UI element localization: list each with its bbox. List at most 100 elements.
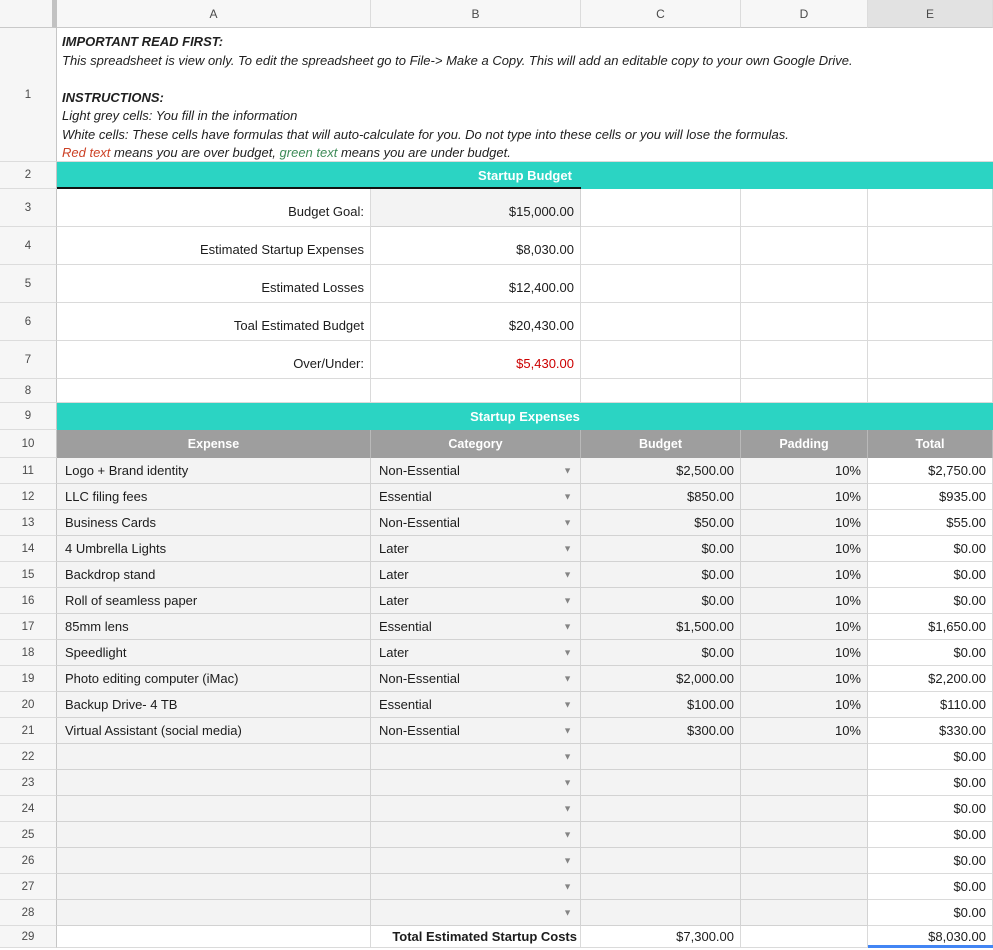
dropdown-arrow-icon[interactable]: ▼: [563, 544, 572, 553]
cell-category[interactable]: ▼: [371, 796, 581, 822]
row-header-22[interactable]: 22: [0, 744, 57, 770]
row-header-11[interactable]: 11: [0, 458, 57, 484]
cell[interactable]: [581, 341, 741, 379]
row-header-13[interactable]: 13: [0, 510, 57, 536]
cell[interactable]: [581, 189, 741, 227]
total-budget-value-cell[interactable]: $7,300.00: [581, 926, 741, 948]
cell-total[interactable]: $0.00: [868, 562, 993, 588]
cell[interactable]: [741, 189, 868, 227]
cell-padding[interactable]: 10%: [741, 536, 868, 562]
cell[interactable]: [868, 303, 993, 341]
cell-expense[interactable]: Backup Drive- 4 TB: [57, 692, 371, 718]
dropdown-arrow-icon[interactable]: ▼: [563, 882, 572, 891]
dropdown-arrow-icon[interactable]: ▼: [563, 492, 572, 501]
dropdown-arrow-icon[interactable]: ▼: [563, 830, 572, 839]
cell-budget[interactable]: $0.00: [581, 588, 741, 614]
cell-budget[interactable]: [581, 744, 741, 770]
cell[interactable]: [581, 227, 741, 265]
cell-padding[interactable]: [741, 744, 868, 770]
cell-expense[interactable]: [57, 770, 371, 796]
cell-budget[interactable]: [581, 822, 741, 848]
cell[interactable]: [868, 227, 993, 265]
table-header-total[interactable]: Total: [868, 430, 993, 458]
cell-budget[interactable]: [581, 874, 741, 900]
row-header-16[interactable]: 16: [0, 588, 57, 614]
cell-budget[interactable]: $850.00: [581, 484, 741, 510]
cell-category[interactable]: ▼: [371, 900, 581, 926]
table-header-expense[interactable]: Expense: [57, 430, 371, 458]
dropdown-arrow-icon[interactable]: ▼: [563, 804, 572, 813]
cell-category[interactable]: ▼: [371, 874, 581, 900]
cell[interactable]: [741, 303, 868, 341]
cell-category[interactable]: ▼: [371, 744, 581, 770]
column-header-c[interactable]: C: [581, 0, 741, 28]
row-header-21[interactable]: 21: [0, 718, 57, 744]
row-header-4[interactable]: 4: [0, 227, 57, 265]
cell-expense[interactable]: 85mm lens: [57, 614, 371, 640]
cell-padding[interactable]: 10%: [741, 562, 868, 588]
cell-total[interactable]: $935.00: [868, 484, 993, 510]
cell-padding[interactable]: 10%: [741, 458, 868, 484]
cell-expense[interactable]: 4 Umbrella Lights: [57, 536, 371, 562]
cell-total[interactable]: $0.00: [868, 588, 993, 614]
row-header-23[interactable]: 23: [0, 770, 57, 796]
cell-total[interactable]: $0.00: [868, 874, 993, 900]
row-header-14[interactable]: 14: [0, 536, 57, 562]
cell-total[interactable]: $0.00: [868, 744, 993, 770]
cell[interactable]: [868, 265, 993, 303]
cell[interactable]: [868, 341, 993, 379]
cell-budget[interactable]: $100.00: [581, 692, 741, 718]
cell-expense[interactable]: Backdrop stand: [57, 562, 371, 588]
cell-padding[interactable]: 10%: [741, 718, 868, 744]
budget-value-cell[interactable]: $20,430.00: [371, 303, 581, 341]
cell[interactable]: [741, 265, 868, 303]
cell-expense[interactable]: [57, 796, 371, 822]
column-header-e[interactable]: E: [868, 0, 993, 28]
cell-category[interactable]: Essential▼: [371, 692, 581, 718]
row-header-8[interactable]: 8: [0, 379, 57, 403]
dropdown-arrow-icon[interactable]: ▼: [563, 570, 572, 579]
row-header-3[interactable]: 3: [0, 189, 57, 227]
cell-padding[interactable]: 10%: [741, 614, 868, 640]
cell[interactable]: [741, 379, 868, 403]
cell-expense[interactable]: [57, 874, 371, 900]
cell-padding[interactable]: 10%: [741, 640, 868, 666]
cell-expense[interactable]: [57, 744, 371, 770]
cell-expense[interactable]: LLC filing fees: [57, 484, 371, 510]
cell-category[interactable]: Non-Essential▼: [371, 458, 581, 484]
cell-total[interactable]: $110.00: [868, 692, 993, 718]
cell-budget[interactable]: [581, 770, 741, 796]
cell-padding[interactable]: 10%: [741, 692, 868, 718]
cell-padding[interactable]: [741, 770, 868, 796]
cell-total[interactable]: $0.00: [868, 796, 993, 822]
dropdown-arrow-icon[interactable]: ▼: [563, 648, 572, 657]
table-header-budget[interactable]: Budget: [581, 430, 741, 458]
row-header-28[interactable]: 28: [0, 900, 57, 926]
cell-budget[interactable]: $0.00: [581, 562, 741, 588]
row-header-15[interactable]: 15: [0, 562, 57, 588]
row-header-17[interactable]: 17: [0, 614, 57, 640]
cell-budget[interactable]: $50.00: [581, 510, 741, 536]
cell-padding[interactable]: [741, 822, 868, 848]
section-title-startup-budget[interactable]: Startup Budget: [57, 162, 993, 189]
column-header-d[interactable]: D: [741, 0, 868, 28]
cell[interactable]: [581, 265, 741, 303]
cell-total[interactable]: $0.00: [868, 770, 993, 796]
cell-budget[interactable]: $1,500.00: [581, 614, 741, 640]
row-header-12[interactable]: 12: [0, 484, 57, 510]
cell-category[interactable]: Later▼: [371, 536, 581, 562]
total-costs-label-cell[interactable]: Total Estimated Startup Costs: [371, 926, 581, 948]
cell-total[interactable]: $2,750.00: [868, 458, 993, 484]
cell[interactable]: [741, 926, 868, 948]
cell-padding[interactable]: 10%: [741, 666, 868, 692]
column-header-a[interactable]: A: [57, 0, 371, 28]
row-header-19[interactable]: 19: [0, 666, 57, 692]
budget-value-cell[interactable]: $8,030.00: [371, 227, 581, 265]
row-header-25[interactable]: 25: [0, 822, 57, 848]
cell-category[interactable]: ▼: [371, 770, 581, 796]
table-header-padding[interactable]: Padding: [741, 430, 868, 458]
cell-budget[interactable]: [581, 848, 741, 874]
cell-total[interactable]: $0.00: [868, 848, 993, 874]
row-header-10[interactable]: 10: [0, 430, 57, 458]
cell-category[interactable]: ▼: [371, 848, 581, 874]
